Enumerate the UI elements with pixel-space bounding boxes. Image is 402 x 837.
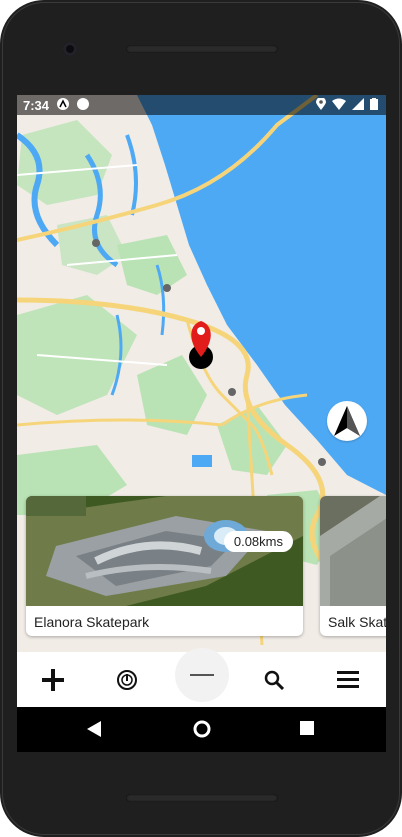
top-speaker <box>126 45 278 53</box>
menu-button[interactable] <box>330 662 366 698</box>
home-icon <box>193 720 211 738</box>
skatepark-card[interactable]: Salk Skat <box>320 496 386 636</box>
menu-icon <box>337 671 359 688</box>
plus-icon <box>42 669 64 691</box>
north-arrow-icon <box>334 406 360 436</box>
distance-badge: 0.08kms <box>223 531 293 552</box>
status-icons <box>316 96 378 113</box>
card-title: Elanora Skatepark <box>34 614 150 630</box>
search-icon <box>264 670 284 690</box>
signal-icon <box>352 97 364 113</box>
phone-frame: 7:34 0.08kms Elanora Skatepark Salk Skat <box>0 0 402 837</box>
app-notification-icon <box>57 97 70 113</box>
card-title: Salk Skat <box>328 614 386 630</box>
recents-button[interactable] <box>300 721 314 740</box>
system-navigation-bar <box>17 707 386 752</box>
bottom-speaker <box>126 794 278 802</box>
app-screen: 7:34 0.08kms Elanora Skatepark Salk Skat <box>17 95 386 707</box>
wifi-icon <box>332 98 346 113</box>
skatepark-card[interactable]: 0.08kms Elanora Skatepark <box>26 496 303 636</box>
drag-handle-button[interactable] <box>175 648 229 702</box>
battery-icon <box>370 97 378 113</box>
bottom-navigation <box>17 648 386 707</box>
back-icon <box>87 721 101 737</box>
skatepark-photo: 0.08kms <box>26 496 303 606</box>
status-time: 7:34 <box>23 97 50 113</box>
skatepark-photo <box>320 496 386 606</box>
compass-button[interactable] <box>327 401 367 441</box>
stopwatch-icon <box>117 670 137 690</box>
location-icon <box>316 96 326 113</box>
front-camera <box>63 42 77 56</box>
status-bar: 7:34 <box>17 95 386 115</box>
drag-handle-icon <box>190 674 214 676</box>
home-button[interactable] <box>193 720 211 743</box>
search-button[interactable] <box>256 662 292 698</box>
recents-icon <box>300 721 314 735</box>
back-button[interactable] <box>87 721 101 742</box>
add-button[interactable] <box>35 662 71 698</box>
timer-button[interactable] <box>109 662 145 698</box>
dot-notification-icon <box>77 97 90 113</box>
